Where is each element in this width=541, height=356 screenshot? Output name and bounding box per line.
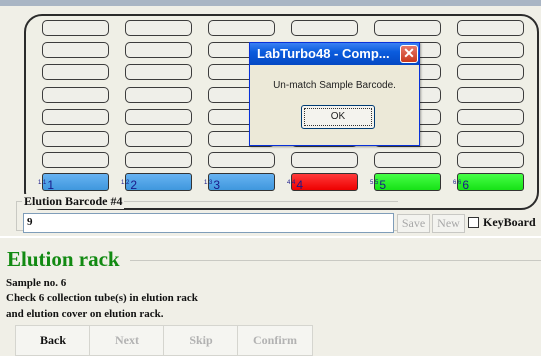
rack-slot (457, 152, 524, 168)
rack-slot (125, 20, 192, 36)
keyboard-label: KeyBoard (483, 215, 536, 229)
skip-button[interactable]: Skip (163, 325, 239, 356)
rack-slot (125, 87, 192, 103)
rack-slot (457, 20, 524, 36)
rack-slot (208, 20, 275, 36)
sample-number: Sample no. 6 (6, 277, 67, 289)
rack-slot (457, 87, 524, 103)
dialog-message: Un-match Sample Barcode. (273, 80, 396, 91)
tube-number-3: 1.33 (204, 178, 221, 192)
rack-slot (208, 152, 275, 168)
rack-slot (42, 87, 109, 103)
rack-slot (125, 152, 192, 168)
barcode-legend: Elution Barcode #4 (22, 194, 125, 209)
rack-slot (125, 109, 192, 125)
cover-instruction: and elution cover on elution rack. (6, 308, 164, 320)
rack-slot (42, 42, 109, 58)
rack-slot (457, 109, 524, 125)
rack-slot (457, 131, 524, 147)
tube-number-1: 1.11 (38, 178, 55, 192)
rack-slot (291, 152, 358, 168)
rack-slot (457, 42, 524, 58)
rack-slot (374, 20, 441, 36)
ok-button[interactable]: OK (301, 105, 375, 129)
tube-number-4: 4.44 (287, 178, 304, 192)
rack-slot (125, 42, 192, 58)
rack-slot (374, 152, 441, 168)
error-dialog: LabTurbo48 - Comp... ✕ Un-match Sample B… (249, 42, 420, 146)
dialog-title: LabTurbo48 - Comp... (250, 43, 419, 65)
back-button[interactable]: Back (15, 325, 91, 356)
elution-rack-title: Elution rack (7, 247, 120, 271)
check-instruction: Check 6 collection tube(s) in elution ra… (6, 292, 198, 304)
rack-slot (42, 20, 109, 36)
rack-slot (457, 64, 524, 80)
save-button[interactable]: Save (397, 214, 430, 233)
new-button[interactable]: New (432, 214, 465, 233)
rack-slot (42, 152, 109, 168)
rack-slot (42, 64, 109, 80)
tube-number-2: 1.22 (121, 178, 138, 192)
tube-number-5: 5.55 (370, 178, 387, 192)
keyboard-checkbox[interactable] (468, 217, 479, 228)
barcode-input[interactable]: 9 (23, 213, 394, 233)
rack-slot (125, 64, 192, 80)
divider (130, 260, 541, 261)
rack-slot (291, 20, 358, 36)
next-button[interactable]: Next (89, 325, 165, 356)
tube-number-6: 6.66 (453, 178, 470, 192)
rack-slot (42, 131, 109, 147)
rack-slot (42, 109, 109, 125)
confirm-button[interactable]: Confirm (237, 325, 313, 356)
close-icon[interactable]: ✕ (400, 45, 418, 63)
rack-slot (125, 131, 192, 147)
